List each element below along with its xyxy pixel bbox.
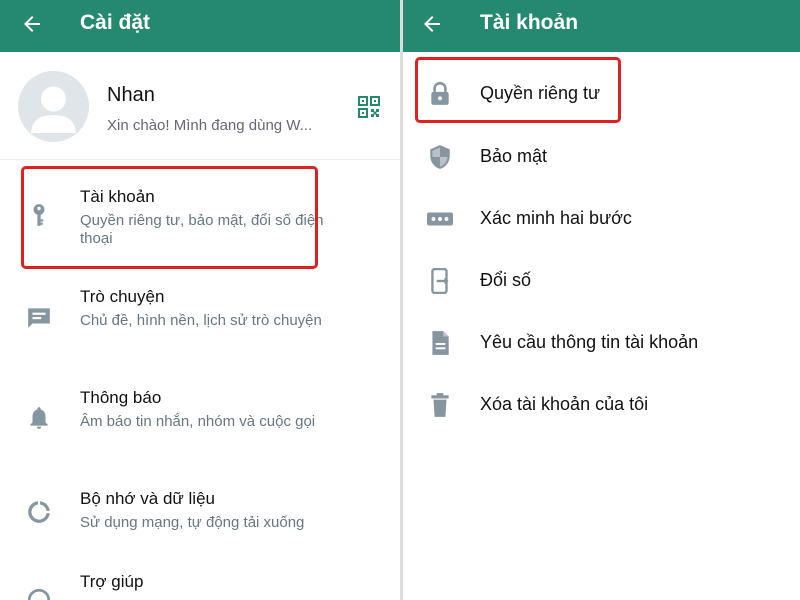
settings-item-help[interactable]: Trợ giúp bbox=[0, 565, 400, 600]
account-item-two-step[interactable]: Xác minh hai bước bbox=[403, 188, 800, 248]
account-item-label: Bảo mật bbox=[480, 146, 548, 166]
settings-item-subtitle: Chủ đề, hình nền, lịch sử trò chuyện bbox=[80, 312, 322, 329]
profile-name: Nhan bbox=[107, 84, 155, 106]
account-item-label: Đổi số bbox=[480, 270, 532, 290]
settings-item-subtitle: Âm báo tin nhắn, nhóm và cuộc gọi bbox=[80, 413, 316, 430]
account-item-security[interactable]: Bảo mật bbox=[403, 126, 800, 186]
bell-icon bbox=[30, 407, 48, 429]
data-usage-icon bbox=[28, 501, 50, 523]
settings-item-subtitle: Sử dụng mạng, tự động tải xuống bbox=[80, 514, 305, 531]
account-panel: Tài khoản Quyền riêng tư Bảo mật Xác min… bbox=[403, 0, 800, 600]
dots-icon bbox=[427, 212, 453, 226]
chat-icon bbox=[28, 308, 50, 328]
profile-card[interactable]: Nhan Xin chào! Mình đang dùng W... bbox=[0, 52, 400, 160]
avatar[interactable] bbox=[18, 71, 89, 142]
settings-item-notifications[interactable]: Thông báo Âm báo tin nhắn, nhóm và cuộc … bbox=[0, 375, 400, 470]
page-title: Cài đặt bbox=[80, 11, 151, 34]
default-avatar-icon bbox=[31, 86, 76, 133]
highlight-box-account bbox=[21, 166, 318, 269]
shield-icon bbox=[430, 145, 450, 169]
settings-item-title: Trợ giúp bbox=[80, 572, 144, 591]
back-arrow-icon[interactable] bbox=[20, 12, 44, 36]
account-item-label: Yêu cầu thông tin tài khoản bbox=[480, 332, 699, 352]
settings-panel: Cài đặt Nhan Xin chào! Mình đang dùng W.… bbox=[0, 0, 400, 600]
highlight-box-privacy bbox=[415, 57, 621, 123]
account-item-label: Xóa tài khoản của tôi bbox=[480, 394, 649, 414]
trash-icon bbox=[431, 393, 449, 417]
settings-item-title: Bộ nhớ và dữ liệu bbox=[80, 489, 215, 508]
account-item-request-info[interactable]: Yêu cầu thông tin tài khoản bbox=[403, 312, 800, 372]
back-arrow-icon[interactable] bbox=[420, 12, 444, 36]
account-item-label: Xác minh hai bước bbox=[480, 208, 632, 228]
account-item-change-number[interactable]: Đổi số bbox=[403, 250, 800, 310]
settings-item-storage[interactable]: Bộ nhớ và dữ liệu Sử dụng mạng, tự động … bbox=[0, 475, 400, 565]
settings-header: Cài đặt bbox=[0, 0, 400, 52]
change-number-icon bbox=[431, 268, 449, 294]
qr-code-icon[interactable] bbox=[357, 95, 381, 119]
settings-item-chats[interactable]: Trò chuyện Chủ đề, hình nền, lịch sử trò… bbox=[0, 275, 400, 370]
page-title: Tài khoản bbox=[480, 11, 579, 34]
settings-item-title: Thông báo bbox=[80, 388, 162, 407]
account-header: Tài khoản bbox=[403, 0, 800, 52]
help-icon bbox=[27, 588, 51, 600]
document-icon bbox=[432, 331, 449, 355]
account-item-delete[interactable]: Xóa tài khoản của tôi bbox=[403, 374, 800, 434]
profile-status: Xin chào! Mình đang dùng W... bbox=[107, 117, 313, 134]
settings-item-title: Trò chuyện bbox=[80, 287, 165, 306]
